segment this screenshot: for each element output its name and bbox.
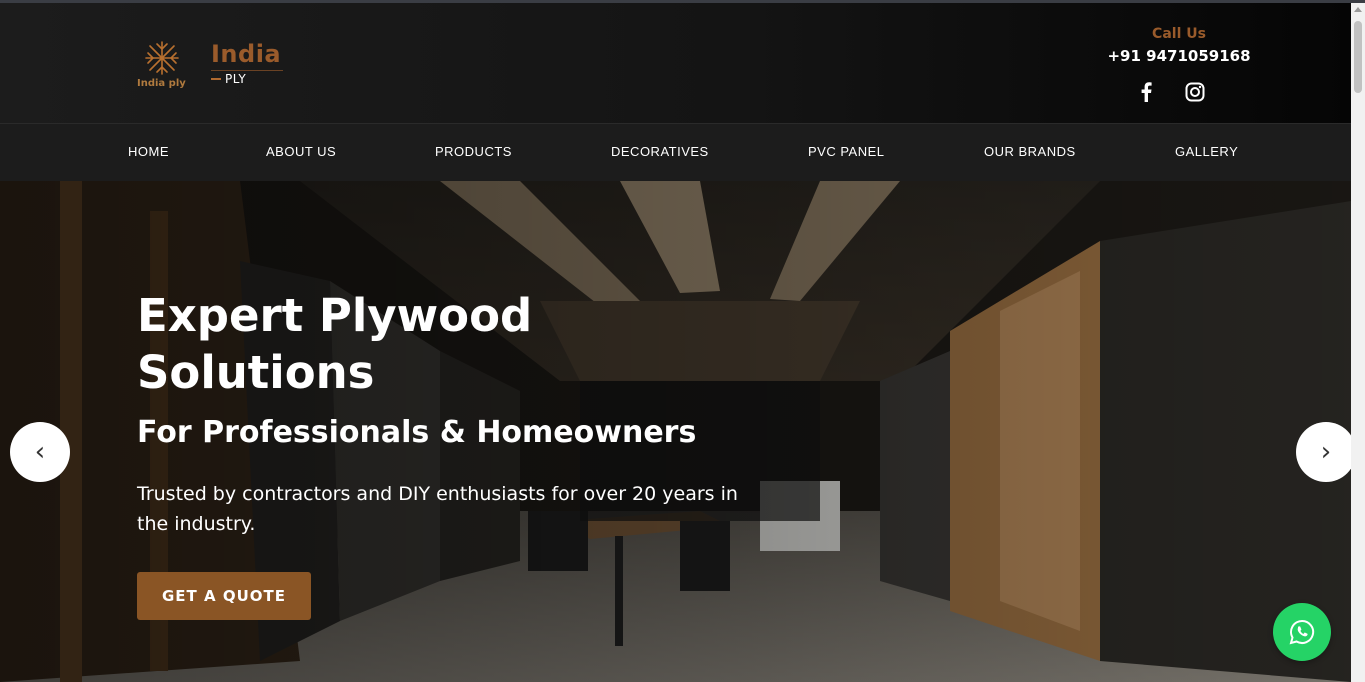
call-us-label: Call Us xyxy=(1152,26,1206,42)
chevron-left-icon: ‹ xyxy=(34,437,46,467)
nav-item-our-brands[interactable]: OUR BRANDS xyxy=(984,144,1076,159)
slider-prev-button[interactable]: ‹ xyxy=(10,422,70,482)
hero-slider: Expert Plywood Solutions For Professiona… xyxy=(0,181,1351,682)
social-links xyxy=(1134,80,1224,106)
slider-next-button[interactable]: › xyxy=(1296,422,1351,482)
get-a-quote-button[interactable]: GET A QUOTE xyxy=(137,572,311,620)
logo-caption: India ply xyxy=(137,78,186,89)
scroll-thumb[interactable] xyxy=(1354,21,1362,93)
phone-link[interactable]: +91 9471059168 xyxy=(1100,46,1258,66)
brand-logo[interactable]: India ply India PLY xyxy=(136,39,296,99)
logo-name: India xyxy=(211,40,282,68)
facebook-icon[interactable] xyxy=(1134,80,1158,104)
hero-description: Trusted by contractors and DIY enthusias… xyxy=(137,483,738,535)
nav-item-home[interactable]: HOME xyxy=(128,144,169,159)
hero-title: Expert Plywood Solutions xyxy=(137,289,533,399)
logo-divider xyxy=(211,70,283,71)
nav-item-decoratives[interactable]: DECORATIVES xyxy=(611,144,709,159)
logo-subtitle: PLY xyxy=(225,72,247,86)
whatsapp-chat-button[interactable] xyxy=(1273,603,1331,661)
nav-item-pvc-panel[interactable]: PVC PANEL xyxy=(808,144,885,159)
nav-item-gallery[interactable]: GALLERY xyxy=(1175,144,1238,159)
call-us-block: Call Us +91 9471059168 xyxy=(1100,25,1258,66)
instagram-icon[interactable] xyxy=(1183,80,1207,104)
logo-dash xyxy=(211,78,221,80)
page-scrollbar[interactable] xyxy=(1351,3,1365,682)
hero-subtitle: For Professionals & Homeowners xyxy=(137,415,697,450)
whatsapp-icon xyxy=(1289,619,1315,645)
nav-item-about-us[interactable]: ABOUT US xyxy=(266,144,336,159)
scroll-up-arrow-icon[interactable] xyxy=(1354,7,1362,12)
nav-item-products[interactable]: PRODUCTS xyxy=(435,144,512,159)
chevron-right-icon: › xyxy=(1320,437,1332,467)
main-navigation: HOME ABOUT US PRODUCTS DECORATIVES PVC P… xyxy=(0,123,1351,181)
site-header: India ply India PLY Call Us +91 94710591… xyxy=(0,3,1351,123)
